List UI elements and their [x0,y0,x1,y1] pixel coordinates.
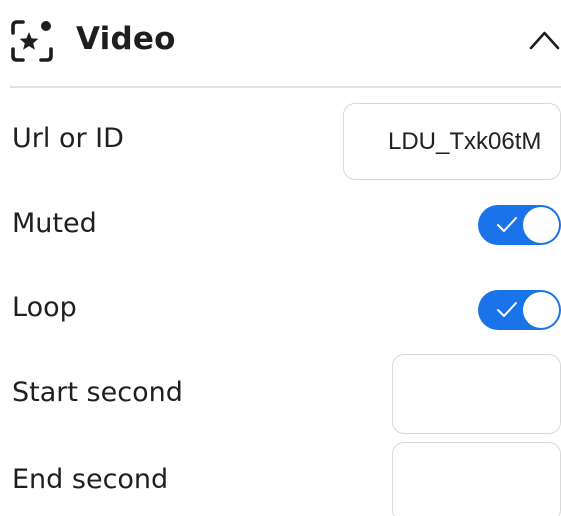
loop-label: Loop [12,292,77,323]
url-input[interactable] [343,103,561,180]
panel-title: Video [76,21,176,57]
check-icon [497,302,517,317]
video-settings-panel: Video Url or ID Muted Loop Start second … [0,0,561,516]
header-divider [10,86,561,88]
check-icon [497,217,517,232]
chevron-up-icon [529,31,560,50]
collapse-button[interactable] [528,28,561,52]
start-second-input[interactable] [392,354,561,434]
muted-label: Muted [12,208,97,239]
start-second-label: Start second [12,377,183,408]
toggle-knob [523,292,559,328]
loop-toggle[interactable] [478,290,561,330]
toggle-knob [523,207,559,243]
panel-header: Video [0,0,561,86]
sparkle-video-icon [11,20,53,62]
end-second-input[interactable] [392,442,561,516]
url-label: Url or ID [12,123,124,154]
end-second-label: End second [12,464,169,495]
muted-toggle[interactable] [478,205,561,245]
